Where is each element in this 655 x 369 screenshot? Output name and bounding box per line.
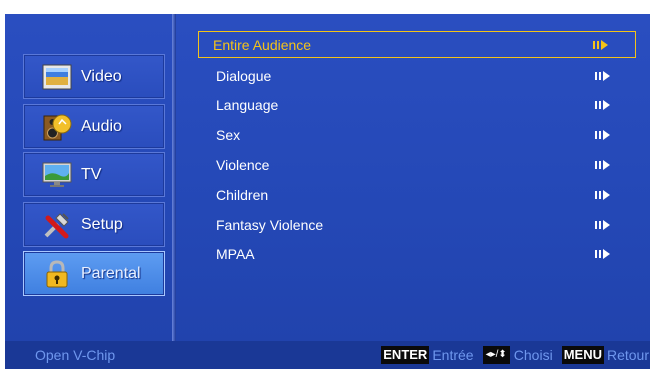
arrow-right-icon — [595, 160, 610, 171]
audio-icon — [42, 112, 72, 142]
menu-item-mpaa[interactable]: MPAA — [200, 240, 637, 270]
enter-key-badge: ENTER — [381, 346, 430, 364]
sidebar: Video Audio TV Setup Parental — [5, 14, 170, 341]
menu-item-violence[interactable]: Violence — [200, 150, 637, 180]
tv-osd-screen: Video Audio TV Setup Parental Entire Aud… — [0, 0, 655, 369]
sidebar-item-video[interactable]: Video — [23, 54, 165, 99]
menu-item-entire-audience[interactable]: Entire Audience — [198, 31, 636, 58]
key-legend: ENTER Entrée ◂▸/⬍ Choisi MENU Retour — [381, 346, 649, 364]
arrow-right-icon — [595, 130, 610, 141]
enter-key-description: Entrée — [432, 347, 474, 363]
sidebar-item-label: Audio — [81, 117, 122, 135]
menu-key-badge: MENU — [561, 346, 604, 364]
arrow-keys-icon: ◂▸/⬍ — [482, 346, 510, 364]
help-hint: Open V-Chip — [35, 347, 116, 363]
sidebar-item-label: TV — [81, 165, 102, 183]
arrow-keys-description: Choisi — [513, 347, 553, 363]
menu-item-label: MPAA — [216, 246, 255, 263]
arrow-right-icon — [595, 189, 610, 200]
sidebar-item-setup[interactable]: Setup — [23, 202, 165, 247]
menu-item-label: Children — [216, 186, 269, 203]
menu-item-label: Dialogue — [216, 67, 272, 84]
arrow-right-icon — [595, 219, 610, 230]
arrow-right-icon — [595, 249, 610, 260]
arrow-right-icon — [593, 39, 608, 50]
menu-item-language[interactable]: Language — [200, 91, 637, 121]
menu-item-sex[interactable]: Sex — [200, 120, 637, 150]
menu-item-children[interactable]: Children — [200, 180, 637, 210]
menu-item-dialogue[interactable]: Dialogue — [200, 61, 637, 91]
parental-lock-icon — [42, 259, 72, 289]
sidebar-item-label: Video — [81, 67, 122, 85]
sidebar-item-label: Parental — [81, 264, 141, 282]
setup-icon — [42, 210, 72, 240]
sidebar-divider — [172, 14, 176, 341]
menu-key-description: Retour — [606, 347, 649, 363]
video-icon — [42, 62, 72, 92]
menu-item-label: Violence — [216, 157, 270, 174]
sidebar-item-label: Setup — [81, 215, 123, 233]
arrow-right-icon — [595, 100, 610, 111]
sidebar-item-audio[interactable]: Audio — [23, 104, 165, 149]
menu-item-fantasy-violence[interactable]: Fantasy Violence — [200, 210, 637, 240]
sidebar-item-tv[interactable]: TV — [23, 152, 165, 197]
menu-item-label: Entire Audience — [213, 36, 312, 53]
rating-menu-list: Entire Audience Dialogue Language Sex Vi… — [198, 31, 637, 270]
tv-icon — [42, 160, 72, 190]
menu-item-label: Language — [216, 97, 279, 114]
help-bar: Open V-Chip ENTER Entrée ◂▸/⬍ Choisi MEN… — [5, 341, 650, 369]
arrow-right-icon — [595, 70, 610, 81]
menu-item-label: Sex — [216, 127, 241, 144]
sidebar-item-parental[interactable]: Parental — [23, 251, 165, 296]
menu-item-label: Fantasy Violence — [216, 216, 324, 233]
